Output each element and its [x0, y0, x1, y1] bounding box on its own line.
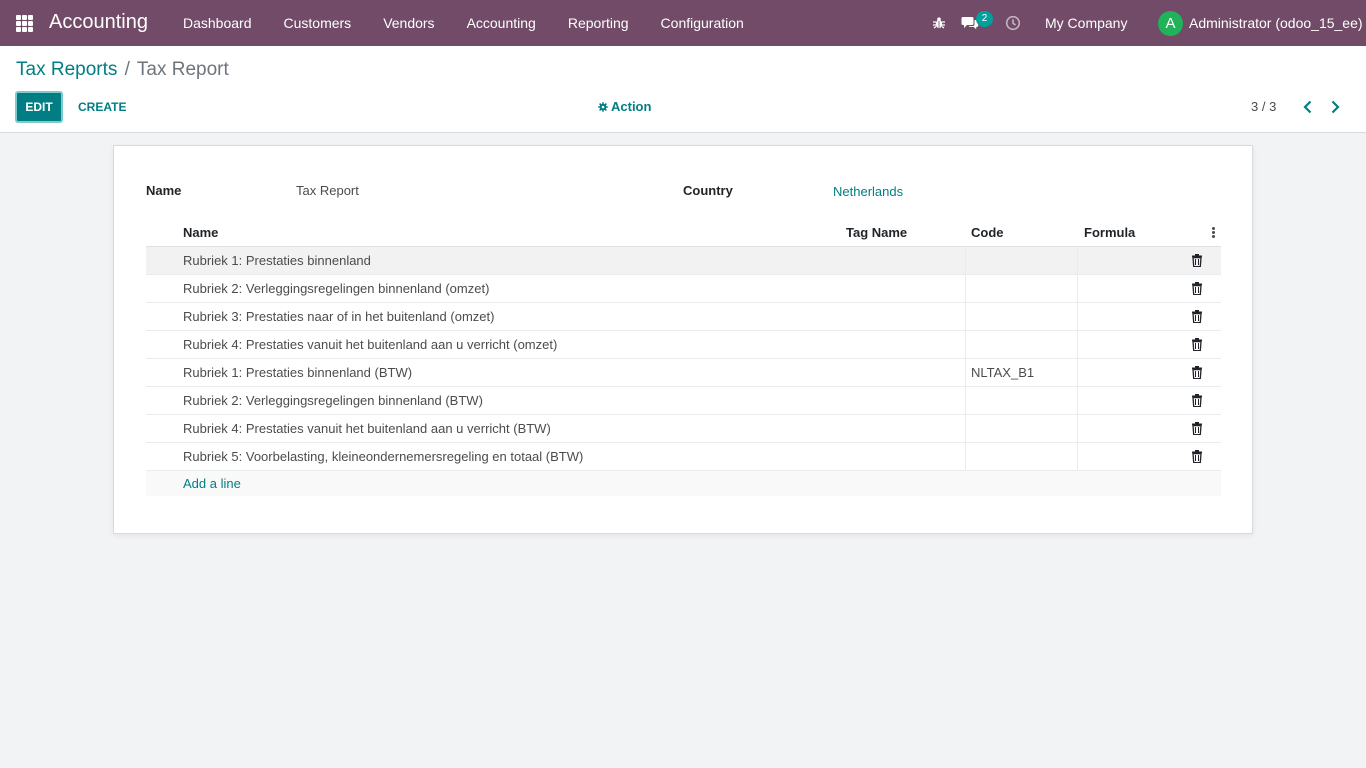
apps-menu-icon[interactable] — [16, 15, 33, 32]
user-menu[interactable]: Administrator (odoo_15_ee) — [1189, 0, 1363, 46]
pager-next-icon[interactable] — [1326, 98, 1344, 116]
add-line-row: Add a line — [146, 471, 1221, 496]
column-divider — [1077, 415, 1078, 442]
app-title[interactable]: Accounting — [49, 11, 148, 34]
column-divider — [965, 303, 966, 330]
table-row[interactable]: Rubriek 5: Voorbelasting, kleineondernem… — [146, 443, 1221, 471]
optional-columns-icon[interactable] — [1212, 227, 1216, 239]
add-a-line-link[interactable]: Add a line — [183, 476, 241, 491]
table-row[interactable]: Rubriek 4: Prestaties vanuit het buitenl… — [146, 331, 1221, 359]
column-divider — [965, 387, 966, 414]
breadcrumb-tax-reports[interactable]: Tax Reports — [16, 59, 117, 80]
trash-icon[interactable] — [1191, 366, 1203, 380]
row-name-cell: Rubriek 4: Prestaties vanuit het buitenl… — [183, 421, 551, 436]
trash-icon[interactable] — [1191, 310, 1203, 324]
action-dropdown[interactable]: Action — [598, 91, 651, 123]
column-divider — [1077, 387, 1078, 414]
menu-accounting[interactable]: Accounting — [451, 0, 552, 46]
column-divider — [965, 359, 966, 386]
debug-bug-icon[interactable] — [932, 0, 946, 46]
action-label: Action — [611, 99, 652, 114]
column-formula[interactable]: Formula — [1084, 225, 1135, 240]
activity-clock-icon[interactable] — [1005, 0, 1021, 46]
top-navbar: Accounting Dashboard Customers Vendors A… — [0, 0, 1366, 46]
column-name[interactable]: Name — [183, 225, 218, 240]
column-divider — [1077, 247, 1078, 274]
column-divider — [965, 331, 966, 358]
row-name-cell: Rubriek 1: Prestaties binnenland (BTW) — [183, 365, 413, 380]
column-divider — [1077, 275, 1078, 302]
breadcrumb-current: Tax Report — [136, 59, 229, 80]
row-name-cell: Rubriek 2: Verleggingsregelingen binnenl… — [183, 393, 483, 408]
row-name-cell: Rubriek 3: Prestaties naar of in het bui… — [183, 309, 495, 324]
menu-configuration[interactable]: Configuration — [645, 0, 760, 46]
trash-icon[interactable] — [1191, 422, 1203, 436]
pager-value[interactable]: 3 / 3 — [1251, 91, 1276, 123]
menu-reporting[interactable]: Reporting — [552, 0, 645, 46]
country-label: Country — [683, 183, 733, 198]
menu-dashboard[interactable]: Dashboard — [167, 0, 268, 46]
gear-icon — [598, 102, 608, 112]
menu-vendors[interactable]: Vendors — [367, 0, 450, 46]
name-value: Tax Report — [296, 183, 359, 198]
row-name-cell: Rubriek 2: Verleggingsregelingen binnenl… — [183, 281, 490, 296]
row-code-cell: NLTAX_B1 — [971, 365, 1035, 380]
company-switcher[interactable]: My Company — [1045, 0, 1127, 46]
row-name-cell: Rubriek 1: Prestaties binnenland — [183, 253, 371, 268]
column-divider — [1077, 443, 1078, 470]
column-divider — [965, 275, 966, 302]
trash-icon[interactable] — [1191, 450, 1203, 464]
trash-icon[interactable] — [1191, 394, 1203, 408]
table-row[interactable]: Rubriek 4: Prestaties vanuit het buitenl… — [146, 415, 1221, 443]
column-code[interactable]: Code — [971, 225, 1004, 240]
breadcrumb-separator: / — [124, 59, 130, 80]
table-row[interactable]: Rubriek 2: Verleggingsregelingen binnenl… — [146, 275, 1221, 303]
column-divider — [1077, 331, 1078, 358]
form-sheet: Name Tax Report Country Netherlands Name… — [113, 145, 1253, 534]
name-label: Name — [146, 183, 182, 198]
trash-icon[interactable] — [1191, 254, 1203, 268]
user-avatar[interactable]: A — [1158, 11, 1183, 36]
country-link[interactable]: Netherlands — [833, 184, 903, 199]
chat-count-badge: 2 — [976, 11, 993, 27]
control-panel: Tax Reports / Tax Report EDIT CREATE Act… — [0, 46, 1366, 133]
column-divider — [965, 443, 966, 470]
row-name-cell: Rubriek 5: Voorbelasting, kleineondernem… — [183, 449, 584, 464]
column-divider — [1077, 359, 1078, 386]
main-menu: Dashboard Customers Vendors Accounting R… — [167, 0, 760, 46]
edit-button[interactable]: EDIT — [15, 91, 63, 123]
trash-icon[interactable] — [1191, 282, 1203, 296]
menu-customers[interactable]: Customers — [268, 0, 368, 46]
table-body: Rubriek 1: Prestaties binnenland Rubriek … — [146, 247, 1221, 471]
table-row[interactable]: Rubriek 1: Prestaties binnenland — [146, 247, 1221, 275]
table-row[interactable]: Rubriek 2: Verleggingsregelingen binnenl… — [146, 387, 1221, 415]
column-divider — [1077, 303, 1078, 330]
create-button[interactable]: CREATE — [78, 91, 126, 123]
tax-lines-table: Name Tag Name Code Formula Rubriek 1: Pr… — [146, 219, 1221, 496]
column-tag-name[interactable]: Tag Name — [846, 225, 907, 240]
pager-previous-icon[interactable] — [1299, 98, 1317, 116]
row-name-cell: Rubriek 4: Prestaties vanuit het buitenl… — [183, 337, 558, 352]
breadcrumb: Tax Reports / Tax Report — [16, 59, 229, 81]
trash-icon[interactable] — [1191, 338, 1203, 352]
table-header: Name Tag Name Code Formula — [146, 219, 1221, 247]
column-divider — [965, 247, 966, 274]
column-divider — [965, 415, 966, 442]
table-row[interactable]: Rubriek 3: Prestaties naar of in het bui… — [146, 303, 1221, 331]
table-row[interactable]: Rubriek 1: Prestaties binnenland (BTW) NL… — [146, 359, 1221, 387]
